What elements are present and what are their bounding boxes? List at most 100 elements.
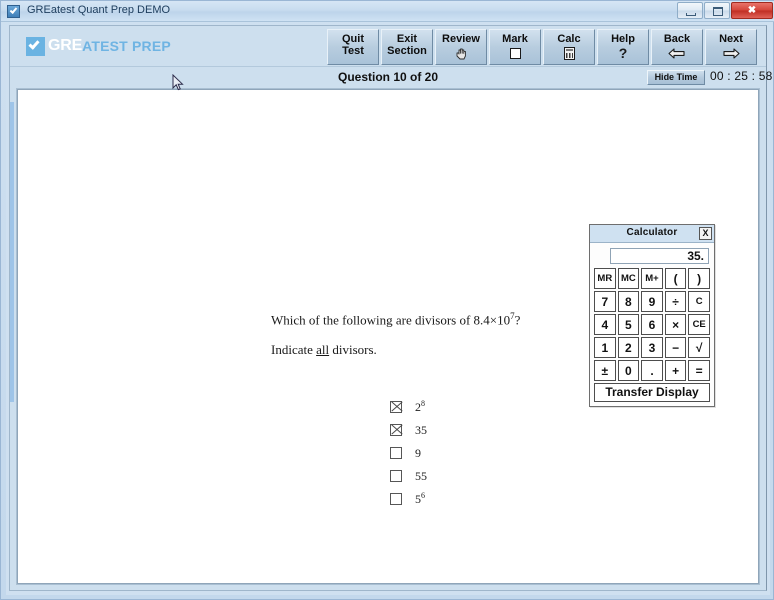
calc-key-0[interactable]: 0 (617, 360, 640, 381)
question-stem: Which of the following are divisors of 8… (271, 311, 520, 328)
brand-name-secondary: ATEST PREP (82, 38, 171, 54)
question-stem-post: ? (514, 312, 521, 328)
app-frame: GRE ATEST PREP Quit Test Exit Section Re… (6, 25, 772, 595)
hide-time-button[interactable]: Hide Time (647, 70, 705, 85)
close-icon[interactable]: ✖ (731, 2, 773, 19)
review-label: Review (442, 33, 480, 45)
next-label: Next (719, 33, 743, 45)
exit-section-label-2: Section (387, 45, 427, 57)
arrow-left-icon (668, 48, 686, 59)
instruction-post: divisors. (329, 342, 377, 357)
calc-key-8[interactable]: 8 (617, 291, 640, 312)
calc-key-1[interactable]: 1 (594, 337, 616, 358)
calc-key-divide[interactable]: ÷ (664, 291, 687, 312)
calculator-widget: Calculator X 35. MR MC M+ ( ) 7 8 9 ÷ C … (589, 224, 715, 407)
calc-key-mr[interactable]: MR (594, 268, 616, 289)
calculator-row-789: 7 8 9 ÷ C (594, 291, 710, 312)
instruction-emphasis: all (316, 342, 330, 357)
app-inner: GRE ATEST PREP Quit Test Exit Section Re… (9, 25, 772, 591)
calc-key-2[interactable]: 2 (617, 337, 640, 358)
calculator-row-123: 1 2 3 − √ (594, 337, 710, 358)
answer-label-2: 35 (415, 422, 427, 437)
calc-key-4[interactable]: 4 (594, 314, 616, 335)
calc-key-sign[interactable]: ± (594, 360, 616, 381)
answer-choice-2[interactable]: 35 (390, 418, 427, 441)
calc-key-clear-entry[interactable]: CE (688, 314, 710, 335)
answer-choice-1[interactable]: 28 (390, 395, 427, 418)
content-frame: Which of the following are divisors of 8… (16, 88, 760, 585)
answer-choice-3[interactable]: 9 (390, 441, 427, 464)
next-button[interactable]: Next (705, 29, 757, 65)
application-window: GREatest Quant Prep DEMO ✖ GRE ATEST PRE… (0, 0, 774, 600)
help-label: Help (611, 33, 635, 45)
calc-key-mplus[interactable]: M+ (641, 268, 663, 289)
calc-button[interactable]: Calc (543, 29, 595, 65)
calculator-title: Calculator (626, 227, 678, 238)
question-bar: Question 10 of 20 Hide Time 00 : 25 : 58 (10, 66, 772, 88)
calc-key-decimal[interactable]: . (641, 360, 663, 381)
calculator-keypad: MR MC M+ ( ) 7 8 9 ÷ C 4 5 6 × CE 1 2 3 … (590, 268, 714, 381)
question-instruction: Indicate all divisors. (271, 342, 377, 358)
arrow-right-icon (722, 48, 740, 59)
calc-key-sqrt[interactable]: √ (688, 337, 710, 358)
brand-logo: GRE ATEST PREP (26, 36, 171, 56)
left-accent-strip (10, 102, 14, 402)
answer-checkbox-5[interactable] (390, 492, 402, 505)
quit-test-label-1: Quit (342, 33, 364, 45)
calculator-row-memory: MR MC M+ ( ) (594, 268, 710, 289)
calc-key-mc[interactable]: MC (617, 268, 640, 289)
answer-label-4: 55 (415, 468, 427, 483)
question-mark-icon: ? (618, 45, 628, 61)
back-button[interactable]: Back (651, 29, 703, 65)
help-button[interactable]: Help ? (597, 29, 649, 65)
calc-key-equals[interactable]: = (688, 360, 710, 381)
back-label: Back (663, 33, 691, 45)
answer-choices: 28 35 9 55 56 (390, 395, 427, 510)
exit-section-label-1: Exit (396, 33, 418, 45)
minimize-icon[interactable] (677, 2, 703, 19)
answer-choice-4[interactable]: 55 (390, 464, 427, 487)
review-button[interactable]: Review (435, 29, 487, 65)
calculator-display: 35. (610, 248, 709, 264)
toolbar: Quit Test Exit Section Review Mark Calc … (327, 29, 757, 65)
exit-section-button[interactable]: Exit Section (381, 29, 433, 65)
answer-checkbox-4[interactable] (390, 469, 402, 482)
checkbox-icon (509, 48, 521, 59)
mark-button[interactable]: Mark (489, 29, 541, 65)
answer-choice-5[interactable]: 56 (390, 487, 427, 510)
answer-label-1: 28 (415, 398, 425, 414)
quit-test-button[interactable]: Quit Test (327, 29, 379, 65)
calc-key-5[interactable]: 5 (617, 314, 640, 335)
answer-checkbox-2[interactable] (390, 423, 402, 436)
calc-key-9[interactable]: 9 (641, 291, 663, 312)
brand-name-primary: GRE (48, 37, 83, 54)
transfer-display-button[interactable]: Transfer Display (594, 383, 710, 402)
question-stem-pre: Which of the following are divisors of 8… (271, 312, 511, 328)
calc-key-plus[interactable]: + (664, 360, 687, 381)
check-logo-icon (26, 36, 45, 56)
calc-key-clear[interactable]: C (688, 291, 710, 312)
calc-key-3[interactable]: 3 (641, 337, 663, 358)
calculator-title-bar[interactable]: Calculator X (590, 225, 714, 243)
answer-checkbox-1[interactable] (390, 400, 402, 413)
hand-pointer-icon (455, 48, 468, 60)
calc-key-close-paren[interactable]: ) (688, 268, 710, 289)
calculator-close-button[interactable]: X (699, 227, 712, 240)
window-controls: ✖ (677, 2, 773, 19)
answer-checkbox-3[interactable] (390, 446, 402, 459)
calc-key-6[interactable]: 6 (641, 314, 663, 335)
calc-key-multiply[interactable]: × (664, 314, 687, 335)
calc-label: Calc (557, 33, 581, 45)
timer-display: 00 : 25 : 58 (710, 69, 773, 83)
maximize-icon[interactable] (704, 2, 730, 19)
calculator-icon (563, 47, 575, 60)
mark-label: Mark (502, 33, 528, 45)
answer-label-5: 56 (415, 490, 425, 506)
calc-key-7[interactable]: 7 (594, 291, 616, 312)
calc-key-open-paren[interactable]: ( (664, 268, 687, 289)
app-check-icon (7, 5, 20, 18)
title-bar: GREatest Quant Prep DEMO ✖ (1, 1, 774, 22)
calc-key-minus[interactable]: − (664, 337, 687, 358)
instruction-pre: Indicate (271, 342, 317, 357)
question-canvas: Which of the following are divisors of 8… (17, 89, 759, 584)
